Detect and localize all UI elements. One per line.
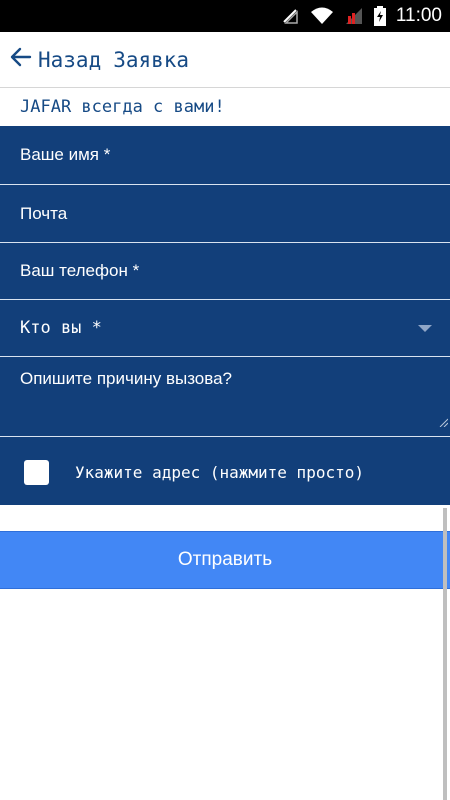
resize-grip-icon[interactable]: [438, 412, 449, 432]
phone-placeholder: Ваш телефон *: [20, 261, 140, 280]
who-select[interactable]: Кто вы *: [0, 300, 450, 357]
status-bar: 11:00: [0, 0, 450, 32]
page-title: Заявка: [113, 47, 190, 72]
signal-off-icon: [280, 6, 300, 26]
phone-field[interactable]: Ваш телефон *: [0, 243, 450, 300]
back-button[interactable]: Назад: [10, 46, 101, 73]
request-form: Ваше имя * Почта Ваш телефон * Кто вы * …: [0, 126, 450, 505]
back-label: Назад: [38, 47, 102, 72]
status-time: 11:00: [395, 5, 442, 26]
slogan-text: JAFAR всегда с вами!: [0, 88, 450, 126]
submit-button[interactable]: Отправить: [0, 531, 450, 589]
app-bar: Назад Заявка: [0, 32, 450, 87]
address-option: Укажите адрес (нажмите просто): [0, 439, 450, 505]
dropdown-arrow-icon: [418, 318, 432, 338]
name-placeholder: Ваше имя *: [20, 145, 111, 164]
mobile-signal-icon: [344, 6, 364, 26]
arrow-left-icon: [10, 46, 32, 73]
wifi-icon: [310, 6, 334, 26]
battery-icon: [373, 6, 386, 26]
name-field[interactable]: Ваше имя *: [0, 126, 450, 185]
who-placeholder: Кто вы *: [20, 318, 102, 338]
email-field[interactable]: Почта: [0, 185, 450, 243]
submit-label: Отправить: [177, 549, 273, 570]
reason-placeholder: Опишите причину вызова?: [20, 369, 233, 388]
email-placeholder: Почта: [20, 203, 68, 223]
address-label[interactable]: Укажите адрес (нажмите просто): [75, 463, 364, 482]
address-checkbox[interactable]: [24, 459, 49, 485]
reason-textarea[interactable]: Опишите причину вызова?: [0, 357, 450, 437]
scrollbar[interactable]: [443, 508, 447, 800]
